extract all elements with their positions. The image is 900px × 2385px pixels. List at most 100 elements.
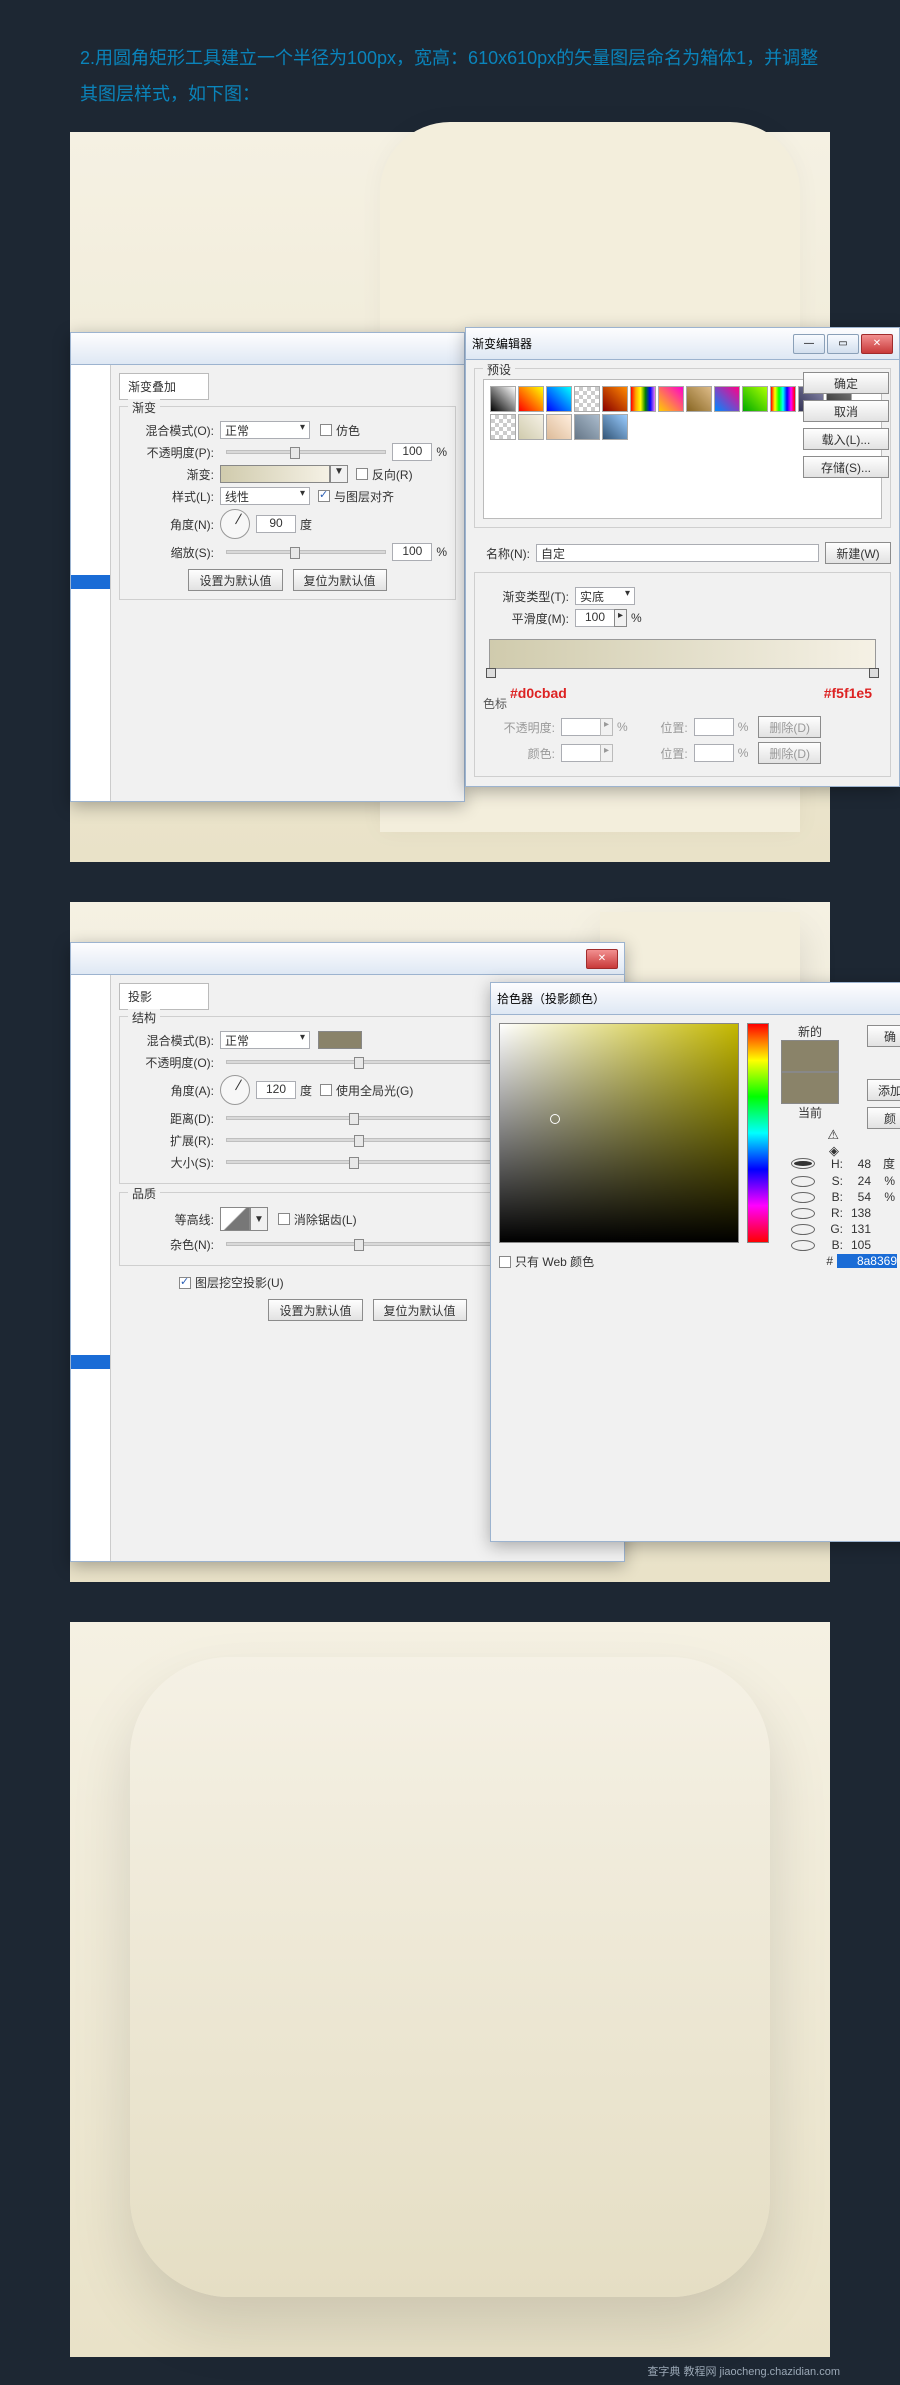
webonly-checkbox[interactable]	[499, 1256, 511, 1268]
size-slider[interactable]	[226, 1160, 533, 1164]
set-default-button[interactable]: 设置为默认值	[268, 1299, 362, 1321]
save-button[interactable]: 存储(S)...	[803, 456, 889, 478]
grad-arrow[interactable]: ▼	[330, 465, 348, 483]
r-input[interactable]: 138	[847, 1206, 871, 1220]
style-label: 样式(L):	[128, 488, 214, 505]
knockout-label: 图层挖空投影(U)	[195, 1274, 284, 1291]
bv-input[interactable]: 54	[847, 1190, 871, 1204]
contour-label: 等高线:	[128, 1211, 214, 1228]
angle-row: 角度(N): 90 度	[128, 509, 447, 539]
stop-loc-label2: 位置:	[642, 745, 688, 762]
scale-input[interactable]: 100	[392, 543, 432, 561]
style-sidebar	[71, 975, 111, 1561]
style-row: 样式(L): 线性 与图层对齐	[128, 487, 447, 505]
blend-label: 混合模式(O):	[128, 422, 214, 439]
align-label: 与图层对齐	[334, 488, 394, 505]
dist-slider[interactable]	[226, 1116, 533, 1120]
bb-input[interactable]: 105	[847, 1238, 871, 1252]
delete-button[interactable]: 删除(D)	[758, 716, 821, 738]
ok-button[interactable]: 确	[867, 1025, 900, 1047]
angle-input[interactable]: 120	[256, 1081, 296, 1099]
bb-radio[interactable]	[791, 1240, 815, 1251]
style-select[interactable]: 线性	[220, 487, 310, 505]
gtype-select[interactable]: 实底	[575, 587, 635, 605]
angle-dial[interactable]	[220, 1075, 250, 1105]
g-input[interactable]: 131	[847, 1222, 871, 1236]
angle-input[interactable]: 90	[256, 515, 296, 533]
add-button[interactable]: 添加	[867, 1079, 900, 1101]
ok-button[interactable]: 确定	[803, 372, 889, 394]
h-radio[interactable]	[791, 1158, 815, 1169]
picker-ring-icon	[550, 1114, 560, 1124]
color-fields: H:48度L: S:24%a: B:54%b: R:138C: G:131M: …	[791, 1153, 900, 1270]
global-light-checkbox[interactable]	[320, 1084, 332, 1096]
webonly-label: 只有 Web 颜色	[515, 1253, 594, 1270]
h-input[interactable]: 48	[847, 1157, 871, 1171]
load-button[interactable]: 载入(L)...	[803, 428, 889, 450]
g-radio[interactable]	[791, 1224, 815, 1235]
name-row: 名称(N): 自定 新建(W)	[474, 542, 891, 564]
delete-button-2[interactable]: 删除(D)	[758, 742, 821, 764]
gradient-editor-window: 渐变编辑器 — ▭ ✕ 预设	[465, 327, 900, 787]
close-icon[interactable]: ✕	[861, 334, 893, 354]
opacity-slider[interactable]	[226, 450, 386, 454]
minimize-icon[interactable]: —	[793, 334, 825, 354]
cancel-button[interactable]: 取消	[803, 400, 889, 422]
deg: 度	[300, 516, 312, 533]
angle-label: 角度(A):	[128, 1082, 214, 1099]
reset-default-button[interactable]: 复位为默认值	[373, 1299, 467, 1321]
maximize-icon[interactable]: ▭	[827, 334, 859, 354]
aa-checkbox[interactable]	[278, 1213, 290, 1225]
close-icon[interactable]: ✕	[586, 949, 618, 969]
opacity-value[interactable]: 100	[392, 443, 432, 461]
window-title: 渐变编辑器	[472, 335, 532, 352]
align-checkbox[interactable]	[318, 490, 330, 502]
lib-button[interactable]: 颜	[867, 1107, 900, 1129]
titlebar[interactable]: ✕	[71, 943, 624, 975]
style-sidebar	[71, 365, 111, 801]
new-button[interactable]: 新建(W)	[825, 542, 891, 564]
window-title: 拾色器（投影颜色）	[497, 990, 605, 1007]
opacity-row: 不透明度(P): 100 %	[128, 443, 447, 461]
blend-select[interactable]: 正常	[220, 1031, 310, 1049]
new-label: 新的	[781, 1023, 839, 1040]
blend-mode-select[interactable]: 正常	[220, 421, 310, 439]
presets-label: 预设	[483, 361, 515, 378]
knockout-checkbox[interactable]	[179, 1277, 191, 1289]
name-input[interactable]: 自定	[536, 544, 819, 562]
titlebar[interactable]: 拾色器（投影颜色）	[491, 983, 900, 1015]
stop-right[interactable]	[869, 668, 879, 678]
noise-label: 杂色(N):	[128, 1236, 214, 1253]
stop-color-label: 颜色:	[483, 745, 555, 762]
sv-field[interactable]	[499, 1023, 739, 1243]
smooth-input[interactable]: 100	[575, 609, 615, 627]
gradient-swatch[interactable]	[220, 465, 330, 483]
hue-slider[interactable]	[747, 1023, 769, 1243]
current-label: 当前	[781, 1104, 839, 1121]
r-radio[interactable]	[791, 1208, 815, 1219]
b-radio[interactable]	[791, 1192, 815, 1203]
titlebar[interactable]: 渐变编辑器 — ▭ ✕	[466, 328, 899, 360]
reverse-checkbox[interactable]	[356, 468, 368, 480]
stop-loc-label: 位置:	[642, 719, 688, 736]
gtype-label: 渐变类型(T):	[483, 588, 569, 605]
dither-checkbox[interactable]	[320, 424, 332, 436]
s-radio[interactable]	[791, 1176, 815, 1187]
gradient-row: 渐变: ▼ 反向(R)	[128, 465, 447, 483]
new-swatch	[781, 1040, 839, 1072]
stop-left[interactable]	[486, 668, 496, 678]
contour-swatch[interactable]	[220, 1207, 250, 1231]
gradient-bar[interactable]	[489, 639, 876, 669]
s-input[interactable]: 24	[847, 1174, 871, 1188]
blend-row: 混合模式(O): 正常 仿色	[128, 421, 447, 439]
shadow-color-swatch[interactable]	[318, 1031, 362, 1049]
set-default-button[interactable]: 设置为默认值	[188, 569, 282, 591]
gradient-group: 渐变 混合模式(O): 正常 仿色 不透明度(P): 100 %	[119, 406, 456, 600]
result-shape	[130, 1657, 770, 2297]
hex-right: #f5f1e5	[824, 685, 872, 701]
scale-slider[interactable]	[226, 550, 386, 554]
hex-input[interactable]: 8a8369	[837, 1254, 897, 1268]
panel-title: 渐变叠加	[119, 373, 209, 400]
angle-dial[interactable]	[220, 509, 250, 539]
reset-default-button[interactable]: 复位为默认值	[293, 569, 387, 591]
